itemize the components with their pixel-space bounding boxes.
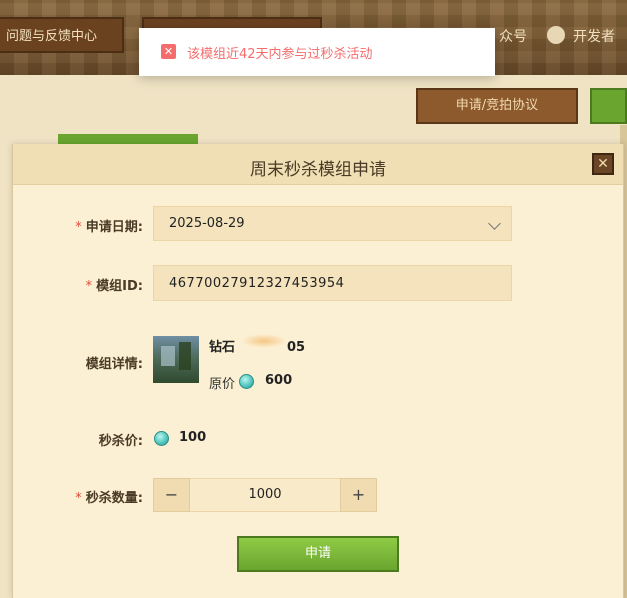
close-icon: ✕ bbox=[597, 156, 609, 172]
decrement-button[interactable]: − bbox=[153, 478, 190, 512]
mod-id-label: * 模组ID: bbox=[85, 279, 143, 294]
mod-id-value: 46770027912327453954 bbox=[169, 276, 345, 291]
submit-button[interactable]: 申请 bbox=[237, 536, 399, 572]
error-toast: ✕ 该模组近42天内参与过秒杀活动 bbox=[139, 28, 495, 76]
diamond-icon bbox=[154, 431, 169, 446]
developer-icon bbox=[547, 26, 565, 44]
quantity-input[interactable]: 1000 bbox=[190, 478, 340, 512]
apply-agreement-button[interactable]: 申请/竞拍协议 bbox=[416, 88, 578, 124]
original-price-label: 原价 bbox=[209, 377, 236, 392]
quantity-stepper: − 1000 + bbox=[153, 478, 377, 512]
date-label: * 申请日期: bbox=[75, 220, 143, 235]
original-price-value: 600 bbox=[265, 373, 293, 388]
quantity-label: * 秒杀数量: bbox=[75, 491, 143, 506]
mod-thumbnail bbox=[153, 336, 199, 383]
details-label: 模组详情: bbox=[85, 357, 143, 372]
flash-price-value: 100 bbox=[179, 430, 207, 445]
increment-button[interactable]: + bbox=[340, 478, 377, 512]
diamond-icon bbox=[239, 374, 254, 389]
date-select[interactable]: 2025-08-29 bbox=[153, 206, 512, 241]
mod-id-input[interactable]: 46770027912327453954 bbox=[153, 265, 512, 301]
flash-sale-dialog: 周末秒杀模组申请 ✕ * 申请日期: 2025-08-29 * 模组ID: 4677… bbox=[12, 144, 624, 598]
redaction-mark bbox=[241, 334, 287, 348]
error-icon: ✕ bbox=[161, 44, 176, 59]
toast-message: 该模组近42天内参与过秒杀活动 bbox=[187, 47, 373, 62]
dialog-title: 周末秒杀模组申请 bbox=[250, 160, 386, 180]
chevron-down-icon bbox=[488, 217, 501, 230]
nav-feedback-button[interactable]: 问题与反馈中心 bbox=[0, 17, 124, 53]
nav-developer[interactable]: 开发者 bbox=[573, 26, 615, 46]
nav-public-account[interactable]: 众号 bbox=[499, 26, 527, 46]
date-value: 2025-08-29 bbox=[169, 216, 245, 231]
flash-price-label: 秒杀价: bbox=[98, 434, 143, 449]
dialog-header: 周末秒杀模组申请 ✕ bbox=[13, 144, 623, 185]
close-button[interactable]: ✕ bbox=[592, 153, 614, 175]
green-action-button[interactable] bbox=[590, 88, 627, 124]
